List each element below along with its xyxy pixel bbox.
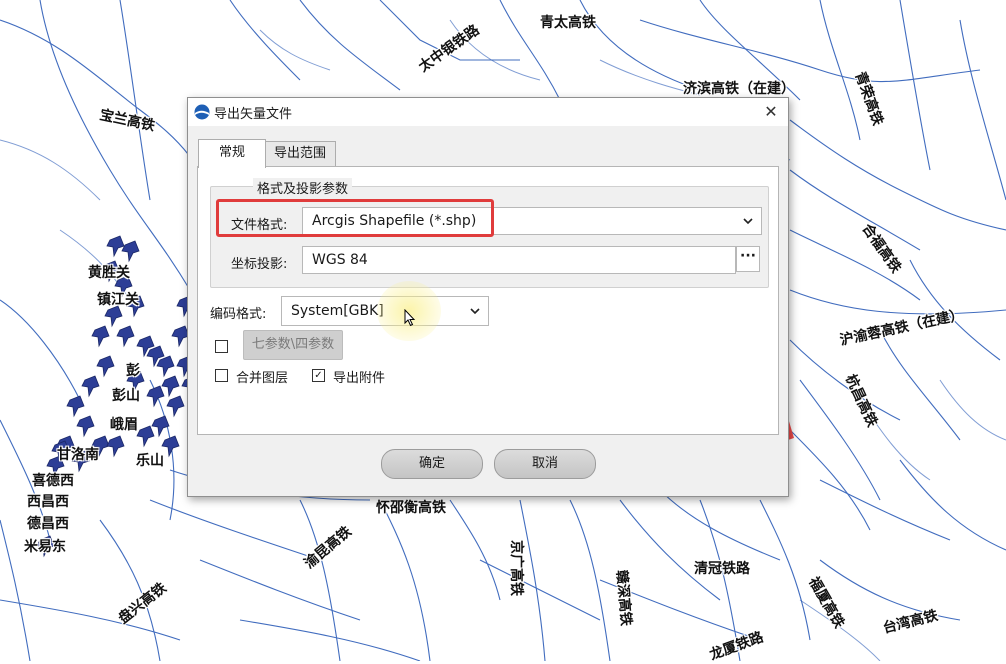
map-marker-pin[interactable]	[91, 325, 110, 348]
chevron-down-icon	[743, 218, 753, 225]
mouse-cursor-icon	[404, 309, 416, 327]
map-marker-pin[interactable]	[156, 355, 175, 378]
encoding-label: 编码格式:	[210, 307, 267, 322]
projection-browse-button[interactable]: ···	[736, 246, 760, 272]
app-logo-icon	[194, 104, 210, 120]
dialog-titlebar[interactable]: 导出矢量文件 ✕	[188, 98, 788, 126]
map-marker-pin[interactable]	[96, 355, 115, 378]
map-line-label: 峨眉	[110, 417, 138, 433]
map-line-label: 彭	[126, 363, 140, 379]
map-marker-pin[interactable]	[151, 415, 170, 438]
map-marker-pin[interactable]	[161, 375, 180, 398]
map-marker-pin[interactable]	[106, 235, 125, 258]
map-marker-pin[interactable]	[116, 325, 135, 348]
dialog-title: 导出矢量文件	[214, 107, 293, 122]
map-marker-pin[interactable]	[136, 425, 155, 448]
map-line-label: 济滨高铁（在建）	[683, 81, 795, 97]
projection-label: 坐标投影:	[231, 257, 288, 272]
map-line-label: 镇江关	[97, 292, 139, 308]
merge-layers-checkbox[interactable]	[215, 369, 228, 382]
chevron-down-icon	[470, 308, 480, 315]
seven-params-button[interactable]: 七参数\四参数	[243, 330, 343, 360]
encoding-value: System[GBK]	[291, 303, 384, 319]
group-title: 格式及投影参数	[253, 178, 353, 197]
map-marker-pin[interactable]	[104, 305, 123, 328]
map-marker-pin[interactable]	[81, 375, 100, 398]
close-button[interactable]: ✕	[758, 100, 784, 124]
map-line-label: 乐山	[136, 453, 164, 469]
map-line-label: 青太高铁	[540, 15, 596, 31]
map-marker-pin[interactable]	[161, 435, 180, 458]
file-format-highlight-box	[216, 199, 494, 237]
export-attachments-label: 导出附件	[333, 371, 386, 386]
projection-value: WGS 84	[312, 252, 368, 268]
tab-general[interactable]: 常规	[198, 139, 266, 168]
map-marker-pin[interactable]	[106, 435, 125, 458]
map-line-label: 甘洛南	[57, 447, 99, 463]
tab-export-range[interactable]: 导出范围	[264, 141, 336, 167]
map-line-label: 西昌西	[27, 494, 69, 510]
map-line-label: 清冠铁路	[694, 561, 750, 577]
map-marker-pin[interactable]	[146, 385, 165, 408]
map-marker-pin[interactable]	[66, 395, 85, 418]
projection-field[interactable]: WGS 84	[302, 246, 736, 274]
map-line-label: 德昌西	[27, 516, 69, 532]
cancel-button[interactable]: 取消	[494, 449, 596, 479]
map-marker-pin[interactable]	[166, 395, 185, 418]
export-vector-dialog: 导出矢量文件 ✕ 常规 导出范围 格式及投影参数 文件格式: Arcgis Sh…	[187, 97, 789, 497]
export-attachments-checkbox[interactable]: ✓	[312, 369, 325, 382]
map-line-label: 黄胜关	[88, 265, 130, 281]
seven-params-checkbox[interactable]	[215, 340, 228, 353]
map-line-label: 京广高铁	[508, 540, 524, 596]
map-line-label: 喜德西	[32, 473, 74, 489]
merge-layers-label: 合并图层	[236, 371, 289, 386]
map-line-label: 米易东	[24, 539, 66, 555]
map-line-label: 彭山	[112, 388, 140, 404]
map-marker-pin[interactable]	[121, 240, 140, 263]
ok-button[interactable]: 确定	[381, 449, 483, 479]
map-marker-pin[interactable]	[76, 415, 95, 438]
map-line-label: 怀邵衡高铁	[376, 500, 446, 516]
